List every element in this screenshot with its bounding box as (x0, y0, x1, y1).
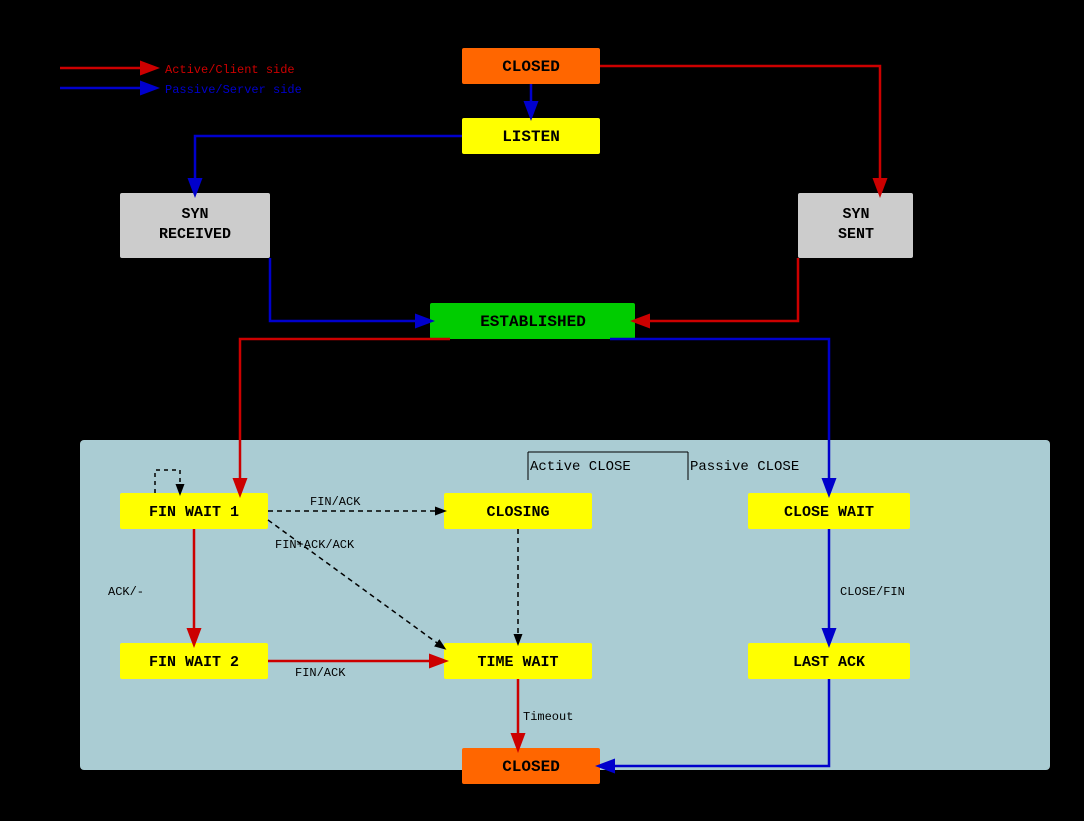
passive-close-label: Passive CLOSE (690, 459, 799, 475)
closed-bottom-label: CLOSED (502, 758, 560, 776)
fin-ack-label-1: FIN/ACK (310, 495, 361, 509)
closed-top-label: CLOSED (502, 58, 560, 76)
time-wait-label: TIME WAIT (477, 654, 558, 671)
fin-plus-ack-ack-label: FIN+ACK/ACK (275, 538, 355, 552)
active-close-label: Active CLOSE (530, 459, 631, 475)
legend-blue-label: Passive/Server side (165, 83, 302, 97)
legend-red-label: Active/Client side (165, 63, 295, 77)
syn-sent-label: SYN (842, 206, 869, 223)
tcp-state-diagram: Active CLOSE Passive CLOSE CLOSED LISTEN… (0, 0, 1084, 817)
fin-wait1-label: FIN WAIT 1 (149, 504, 239, 521)
svg-text:SENT: SENT (838, 226, 874, 243)
close-wait-label: CLOSE WAIT (784, 504, 874, 521)
syn-received-label: SYN (181, 206, 208, 223)
ack-dash-label: ACK/- (108, 585, 144, 599)
timeout-label: Timeout (523, 710, 573, 724)
fin-ack-label-2: FIN/ACK (295, 666, 346, 680)
listen-label: LISTEN (502, 128, 560, 146)
close-fin-label: CLOSE/FIN (840, 585, 905, 599)
last-ack-label: LAST ACK (793, 654, 865, 671)
closing-label: CLOSING (486, 504, 549, 521)
fin-wait2-label: FIN WAIT 2 (149, 654, 239, 671)
established-label: ESTABLISHED (480, 313, 586, 331)
svg-text:RECEIVED: RECEIVED (159, 226, 231, 243)
